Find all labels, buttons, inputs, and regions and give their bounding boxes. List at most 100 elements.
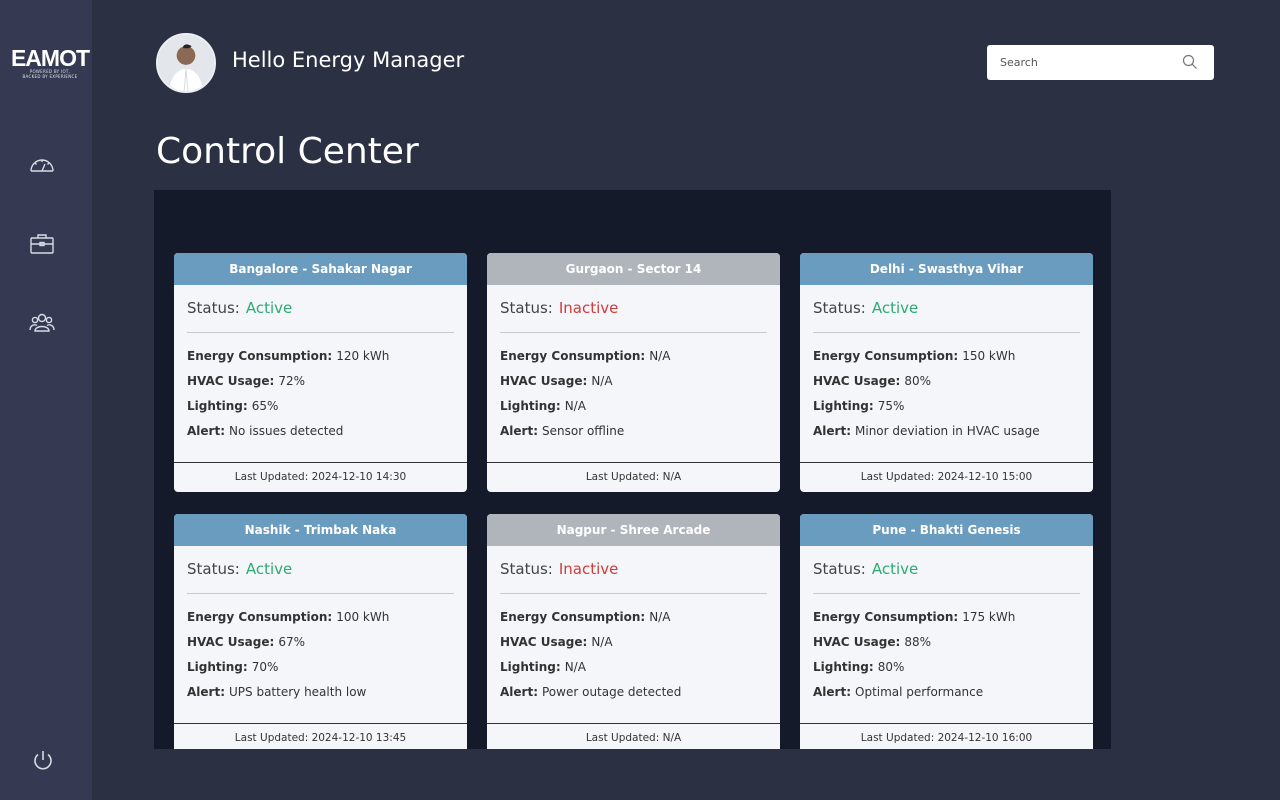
site-card-title: Gurgaon - Sector 14 xyxy=(487,253,780,285)
site-card-title: Pune - Bhakti Genesis xyxy=(800,514,1093,546)
alert-row: Alert: No issues detected xyxy=(187,422,454,447)
hvac-label: HVAC Usage: xyxy=(500,374,588,388)
logo-tagline-2: BACKED BY EXPERIENCE xyxy=(22,74,78,79)
power-icon xyxy=(34,751,52,770)
energy-label: Energy Consumption: xyxy=(813,610,959,624)
lighting-label: Lighting: xyxy=(187,399,248,413)
greeting-text: Hello Energy Manager xyxy=(232,48,465,72)
lighting-label: Lighting: xyxy=(500,399,561,413)
logout-button[interactable] xyxy=(32,749,54,771)
search-input[interactable] xyxy=(987,45,1177,80)
energy-value: 175 kWh xyxy=(962,610,1016,624)
site-card[interactable]: Bangalore - Sahakar Nagar Status: Active En… xyxy=(174,253,467,492)
energy-row: Energy Consumption: 175 kWh xyxy=(813,608,1080,633)
alert-row: Alert: Optimal performance xyxy=(813,683,1080,708)
hvac-row: HVAC Usage: 80% xyxy=(813,372,1080,397)
site-card-body: Status: Active Energy Consumption: 100 kWh H… xyxy=(174,546,467,723)
energy-label: Energy Consumption: xyxy=(500,610,646,624)
logo-text: EAMOT xyxy=(10,45,90,71)
alert-value: No issues detected xyxy=(229,424,344,438)
lighting-row: Lighting: N/A xyxy=(500,397,767,422)
nav-dashboard[interactable] xyxy=(29,154,55,176)
alert-label: Alert: xyxy=(813,685,851,699)
status-value: Active xyxy=(871,560,919,578)
site-card[interactable]: Delhi - Swasthya Vihar Status: Active Energ… xyxy=(800,253,1093,492)
control-panel: Bangalore - Sahakar Nagar Status: Active En… xyxy=(154,190,1111,749)
search-box xyxy=(987,45,1214,80)
status-label: Status: xyxy=(500,299,553,317)
site-card-title: Nashik - Trimbak Naka xyxy=(174,514,467,546)
status-label: Status: xyxy=(187,560,240,578)
hvac-value: 88% xyxy=(904,635,931,649)
last-updated: Last Updated: N/A xyxy=(487,462,780,492)
alert-label: Alert: xyxy=(500,424,538,438)
site-card[interactable]: Gurgaon - Sector 14 Status: Inactive Energy… xyxy=(487,253,780,492)
status-line: Status: Active xyxy=(187,299,454,333)
status-label: Status: xyxy=(187,299,240,317)
energy-row: Energy Consumption: N/A xyxy=(500,608,767,633)
site-card[interactable]: Pune - Bhakti Genesis Status: Active Energy… xyxy=(800,514,1093,749)
hvac-label: HVAC Usage: xyxy=(813,374,901,388)
lighting-row: Lighting: 65% xyxy=(187,397,454,422)
site-card-body: Status: Inactive Energy Consumption: N/A HVA… xyxy=(487,546,780,723)
avatar[interactable] xyxy=(156,33,216,93)
site-card-body: Status: Active Energy Consumption: 150 kWh H… xyxy=(800,285,1093,462)
lighting-value: 80% xyxy=(877,660,905,674)
nav-users[interactable] xyxy=(29,312,55,334)
status-line: Status: Active xyxy=(813,299,1080,333)
hvac-value: N/A xyxy=(591,374,613,388)
energy-row: Energy Consumption: 120 kWh xyxy=(187,347,454,372)
alert-row: Alert: Minor deviation in HVAC usage xyxy=(813,422,1080,447)
energy-row: Energy Consumption: 150 kWh xyxy=(813,347,1080,372)
site-card-body: Status: Active Energy Consumption: 175 kWh H… xyxy=(800,546,1093,723)
speedometer-icon xyxy=(30,159,54,172)
site-card[interactable]: Nashik - Trimbak Naka Status: Active Energy… xyxy=(174,514,467,749)
lighting-value: 75% xyxy=(877,399,905,413)
lighting-label: Lighting: xyxy=(813,399,874,413)
user-avatar-icon xyxy=(158,35,214,91)
alert-value: Optimal performance xyxy=(855,685,984,699)
lighting-value: N/A xyxy=(564,660,586,674)
status-value: Inactive xyxy=(558,560,619,578)
hvac-row: HVAC Usage: 72% xyxy=(187,372,454,397)
app-logo[interactable]: EAMOT POWERED BY IOT, BACKED BY EXPERIEN… xyxy=(10,45,90,80)
hvac-value: N/A xyxy=(591,635,613,649)
status-line: Status: Active xyxy=(187,560,454,594)
alert-value: Minor deviation in HVAC usage xyxy=(855,424,1040,438)
hvac-label: HVAC Usage: xyxy=(187,374,275,388)
energy-label: Energy Consumption: xyxy=(813,349,959,363)
lighting-row: Lighting: 75% xyxy=(813,397,1080,422)
hvac-row: HVAC Usage: N/A xyxy=(500,372,767,397)
status-label: Status: xyxy=(813,560,866,578)
hvac-label: HVAC Usage: xyxy=(813,635,901,649)
hvac-value: 67% xyxy=(278,635,305,649)
alert-row: Alert: Sensor offline xyxy=(500,422,767,447)
last-updated: Last Updated: 2024-12-10 16:00 xyxy=(800,723,1093,749)
energy-value: 150 kWh xyxy=(962,349,1016,363)
site-card-title: Nagpur - Shree Arcade xyxy=(487,514,780,546)
alert-value: UPS battery health low xyxy=(229,685,367,699)
energy-value: 120 kWh xyxy=(336,349,390,363)
lighting-label: Lighting: xyxy=(813,660,874,674)
site-card[interactable]: Nagpur - Shree Arcade Status: Inactive Ener… xyxy=(487,514,780,749)
alert-row: Alert: Power outage detected xyxy=(500,683,767,708)
hvac-value: 80% xyxy=(904,374,931,388)
sidebar: EAMOT POWERED BY IOT, BACKED BY EXPERIEN… xyxy=(0,0,92,800)
alert-row: Alert: UPS battery health low xyxy=(187,683,454,708)
energy-label: Energy Consumption: xyxy=(500,349,646,363)
status-label: Status: xyxy=(813,299,866,317)
hvac-row: HVAC Usage: N/A xyxy=(500,633,767,658)
alert-label: Alert: xyxy=(813,424,851,438)
lighting-value: 70% xyxy=(251,660,279,674)
alert-value: Power outage detected xyxy=(542,685,682,699)
users-icon xyxy=(29,313,55,332)
status-value: Active xyxy=(871,299,919,317)
site-card-body: Status: Active Energy Consumption: 120 kWh H… xyxy=(174,285,467,462)
search-icon[interactable] xyxy=(1182,54,1198,70)
nav-briefcase[interactable] xyxy=(29,233,55,255)
lighting-value: 65% xyxy=(251,399,279,413)
energy-label: Energy Consumption: xyxy=(187,610,333,624)
alert-label: Alert: xyxy=(500,685,538,699)
status-line: Status: Inactive xyxy=(500,299,767,333)
status-label: Status: xyxy=(500,560,553,578)
